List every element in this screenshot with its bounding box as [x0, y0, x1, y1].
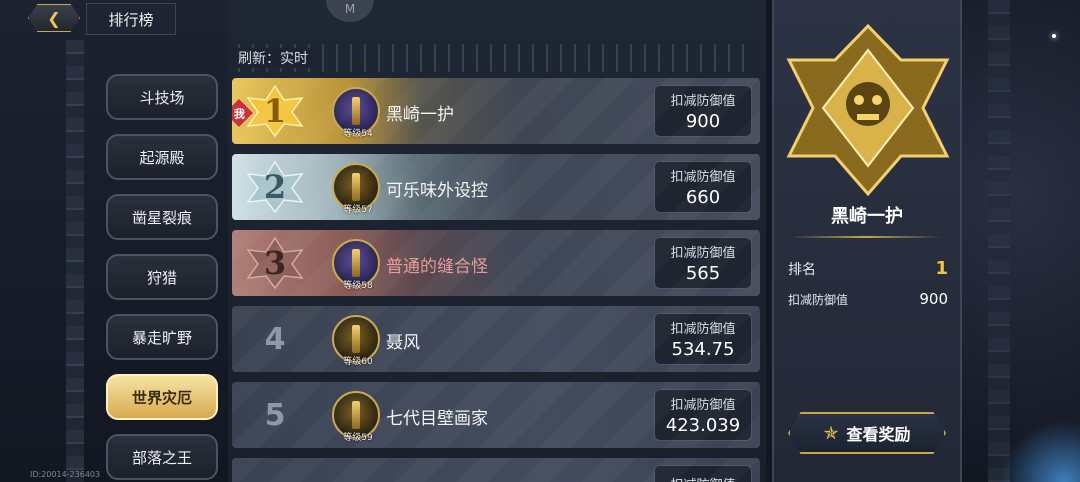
- refresh-bar: 刷新：实时: [232, 44, 752, 72]
- my-value-stat: 扣减防御值 900: [788, 290, 948, 308]
- value-label: 扣减防御值: [670, 398, 736, 413]
- rank-label: 排名: [788, 261, 816, 278]
- defense-value-box: 扣减防御值 660: [654, 161, 752, 213]
- value-label: 扣减防御值: [670, 246, 736, 261]
- back-button[interactable]: ❮: [28, 4, 80, 32]
- value-number: 660: [685, 187, 721, 208]
- rank-badge-bronze: 3: [244, 236, 306, 290]
- value-number: 423.039: [665, 415, 741, 436]
- player-name: 可乐味外设控: [386, 181, 488, 201]
- value-label: 扣减防御值: [670, 322, 736, 337]
- value-number: 900: [685, 111, 721, 132]
- player-name: 普通的缝合怪: [386, 257, 488, 277]
- rank-badge-silver: 2: [244, 160, 306, 214]
- nav-item-star-rift[interactable]: 凿星裂痕: [106, 194, 218, 240]
- nav-item-hunting[interactable]: 狩猎: [106, 254, 218, 300]
- my-player-name: 黑崎一护: [831, 206, 903, 227]
- defense-value-box: 扣减防御值 423.039: [654, 389, 752, 441]
- player-level: 等级54: [343, 129, 373, 139]
- ranking-row[interactable]: 3 等级58 普通的缝合怪 扣减防御值 565: [232, 230, 760, 296]
- value-label: 扣减防御值: [655, 474, 751, 482]
- divider: [790, 236, 942, 238]
- defense-value-box: 扣减防御值 565: [654, 237, 752, 289]
- refresh-label: 刷新：实时: [232, 48, 314, 68]
- ranking-list[interactable]: 我 1 等级54 黑崎一护 扣减防御值 900 2 等级57 可乐味外设控 扣减…: [232, 78, 760, 482]
- nav-item-arena[interactable]: 斗技场: [106, 74, 218, 120]
- ranking-row[interactable]: 扣减防御值: [232, 458, 760, 482]
- reward-star-icon: ✯: [823, 422, 839, 444]
- ranking-row[interactable]: 2 等级57 可乐味外设控 扣减防御值 660: [232, 154, 760, 220]
- player-level: 等级58: [343, 281, 373, 291]
- rank-number: 5: [264, 397, 286, 433]
- player-level: 等级57: [343, 205, 373, 215]
- my-rank-stat: 排名 1: [788, 258, 948, 279]
- defense-value-box: 扣减防御值: [654, 465, 752, 482]
- ranking-row[interactable]: 我 1 等级54 黑崎一护 扣减防御值 900: [232, 78, 760, 144]
- nav-item-tribe-king[interactable]: 部落之王: [106, 434, 218, 480]
- value-label: 扣减防御值: [788, 292, 849, 307]
- star-sparkle-icon: [1052, 34, 1056, 38]
- rank-crest-icon: [786, 23, 950, 197]
- value-number: 534.75: [671, 339, 735, 360]
- value-label: 扣减防御值: [670, 94, 736, 109]
- ranking-row[interactable]: 4 等级60 聂风 扣减防御值 534.75: [232, 306, 760, 372]
- player-level: 等级60: [343, 357, 373, 367]
- side-nav: 斗技场 起源殿 凿星裂痕 狩猎 暴走旷野 世界灾厄 部落之王: [106, 74, 220, 482]
- defense-value-box: 扣减防御值 900: [654, 85, 752, 137]
- ranking-row[interactable]: 5 等级59 七代目壁画家 扣减防御值 423.039: [232, 382, 760, 448]
- nav-item-world-calamity[interactable]: 世界灾厄: [106, 374, 218, 420]
- player-level: 等级59: [343, 433, 373, 443]
- defense-value-box: 扣减防御值 534.75: [654, 313, 752, 365]
- value-number: 900: [919, 290, 948, 308]
- blue-glow-decoration: [1000, 420, 1080, 482]
- back-arrow-icon: ❮: [47, 8, 61, 28]
- nav-item-wild-rampage[interactable]: 暴走旷野: [106, 314, 218, 360]
- view-reward-button[interactable]: ✯ 查看奖励: [788, 412, 946, 454]
- footer-id: ID:20014-236403: [30, 470, 101, 479]
- player-name: 聂风: [386, 333, 420, 353]
- right-pillar-decoration: [988, 0, 1010, 482]
- rank-value: 1: [935, 258, 948, 279]
- value-label: 扣减防御值: [670, 170, 736, 185]
- nav-item-origin-hall[interactable]: 起源殿: [106, 134, 218, 180]
- rank-number: 4: [264, 321, 286, 357]
- page-title: 排行榜: [86, 3, 176, 35]
- top-tab-label: M: [344, 2, 356, 16]
- value-number: 565: [685, 263, 721, 284]
- left-pillar-decoration: [66, 40, 84, 482]
- view-reward-label: 查看奖励: [846, 425, 911, 444]
- player-name: 七代目壁画家: [386, 409, 488, 429]
- player-name: 黑崎一护: [386, 105, 454, 125]
